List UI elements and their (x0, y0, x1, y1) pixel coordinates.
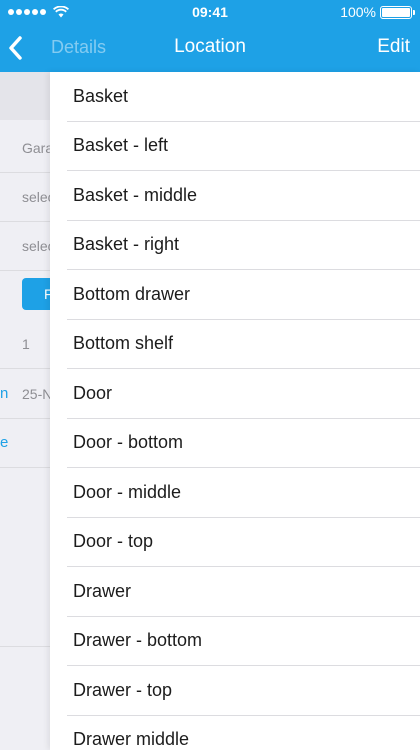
battery-status: 100% (340, 4, 415, 20)
signal-strength (8, 6, 69, 18)
background-link-2: e (0, 434, 9, 451)
location-item-bottom-drawer[interactable]: Bottom drawer (67, 270, 420, 320)
background-blue-button: F (22, 278, 50, 310)
location-item-drawer-middle[interactable]: Drawer middle (67, 716, 420, 750)
location-item-door[interactable]: Door (67, 369, 420, 419)
battery-percent: 100% (340, 4, 376, 20)
page-title: Location (174, 36, 246, 57)
location-item-drawer-bottom[interactable]: Drawer - bottom (67, 617, 420, 666)
navigation-bar: Details Location Edit (0, 24, 420, 72)
location-item-basket-left[interactable]: Basket - left (67, 122, 420, 171)
background-cell-3: selec (0, 222, 50, 271)
location-item-basket-middle[interactable]: Basket - middle (67, 171, 420, 221)
background-details-page: Gara selec selec F 1 25-N n e (0, 72, 50, 750)
edit-button[interactable]: Edit (377, 36, 410, 58)
cellular-signal-icon (8, 9, 46, 15)
location-item-basket-right[interactable]: Basket - right (67, 221, 420, 270)
background-cell-1: Gara (0, 124, 50, 173)
background-cell-5: 1 (0, 320, 50, 369)
status-bar: 09:41 100% (0, 0, 420, 24)
location-item-door-top[interactable]: Door - top (67, 518, 420, 567)
location-item-door-bottom[interactable]: Door - bottom (67, 419, 420, 468)
background-divider (0, 467, 50, 468)
background-link-1: n (0, 385, 9, 402)
background-header-strip (0, 72, 50, 120)
location-item-drawer[interactable]: Drawer (67, 567, 420, 617)
wifi-icon (53, 6, 69, 18)
location-item-door-middle[interactable]: Door - middle (67, 468, 420, 518)
location-item-basket[interactable]: Basket (67, 72, 420, 122)
background-divider (0, 646, 50, 647)
status-time: 09:41 (192, 4, 228, 20)
background-cell-2: selec (0, 173, 50, 222)
location-list: Basket Basket - left Basket - middle Bas… (50, 72, 420, 750)
location-item-drawer-top[interactable]: Drawer - top (67, 666, 420, 716)
location-item-bottom-shelf[interactable]: Bottom shelf (67, 320, 420, 369)
battery-icon (380, 5, 415, 19)
